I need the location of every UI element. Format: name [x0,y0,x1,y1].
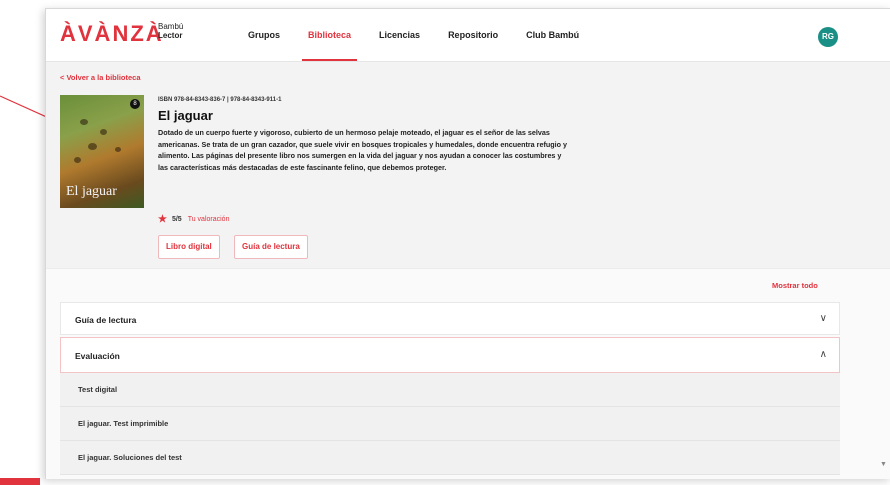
decorative-red-strip [0,478,40,485]
nav-biblioteca[interactable]: Biblioteca [294,9,365,61]
list-item-label: El jaguar. Test imprimible [78,419,169,428]
book-cover[interactable]: 8 El jaguar [60,95,144,208]
nav-licencias[interactable]: Licencias [365,9,434,61]
rating-value: 5/5 [171,216,182,223]
show-all-link[interactable]: Mostrar todo [772,281,818,290]
evaluation-item-printable-test[interactable]: El jaguar. Test imprimible [60,407,840,441]
back-to-library-link[interactable]: < Volver a la biblioteca [60,73,141,82]
book-description: Dotado de un cuerpo fuerte y vigoroso, c… [158,128,568,172]
chevron-down-icon: ∨ [819,313,827,324]
cover-spot [100,129,107,135]
main-nav: Grupos Biblioteca Licencias Repositorio … [234,9,593,61]
book-rating: ★ 5/5 Tu valoración [158,214,229,225]
nav-repositorio[interactable]: Repositorio [434,9,512,61]
book-isbn: ISBN 978-84-8343-836-7 | 978-84-8343-911… [158,97,282,103]
star-icon: ★ [158,214,167,225]
nav-grupos[interactable]: Grupos [234,9,294,61]
list-item-label: El jaguar. Soluciones del test [78,453,182,462]
cover-spot [80,119,88,125]
nav-club-bambu[interactable]: Club Bambú [512,9,593,61]
accordion-reading-guide[interactable]: Guía de lectura ∨ [60,302,840,335]
book-title: El jaguar [158,108,213,123]
logo-subtitle: Bambú Lector [158,22,183,40]
cover-spot [74,157,81,163]
cover-spot [88,143,97,150]
cover-age-badge: 8 [130,99,140,109]
app-window: ÀVÀNZÀ Bambú Lector Grupos Biblioteca Li… [45,8,890,479]
accordion-label: Evaluación [75,351,120,361]
scroll-down-icon[interactable]: ▼ [880,461,887,468]
cover-title: El jaguar [66,184,117,199]
accordion-evaluation[interactable]: Evaluación ∧ [60,337,840,373]
chevron-up-icon: ∧ [819,349,827,360]
cover-spot [115,147,121,152]
evaluation-item-test-solutions[interactable]: El jaguar. Soluciones del test [60,441,840,475]
reading-guide-button[interactable]: Guía de lectura [234,235,308,259]
logo-sub-top: Bambú [158,22,184,31]
evaluation-item-digital-test[interactable]: Test digital [60,373,840,407]
avanza-logo[interactable]: ÀVÀNZÀ [60,21,164,47]
digital-book-button[interactable]: Libro digital [158,235,220,259]
logo-sub-bottom: Lector [158,31,183,40]
top-navigation-bar: ÀVÀNZÀ Bambú Lector Grupos Biblioteca Li… [46,9,890,62]
list-item-label: Test digital [78,385,118,394]
accordion-label: Guía de lectura [75,315,137,325]
user-avatar[interactable]: RG [818,27,838,47]
your-rating-link[interactable]: Tu valoración [188,216,230,223]
